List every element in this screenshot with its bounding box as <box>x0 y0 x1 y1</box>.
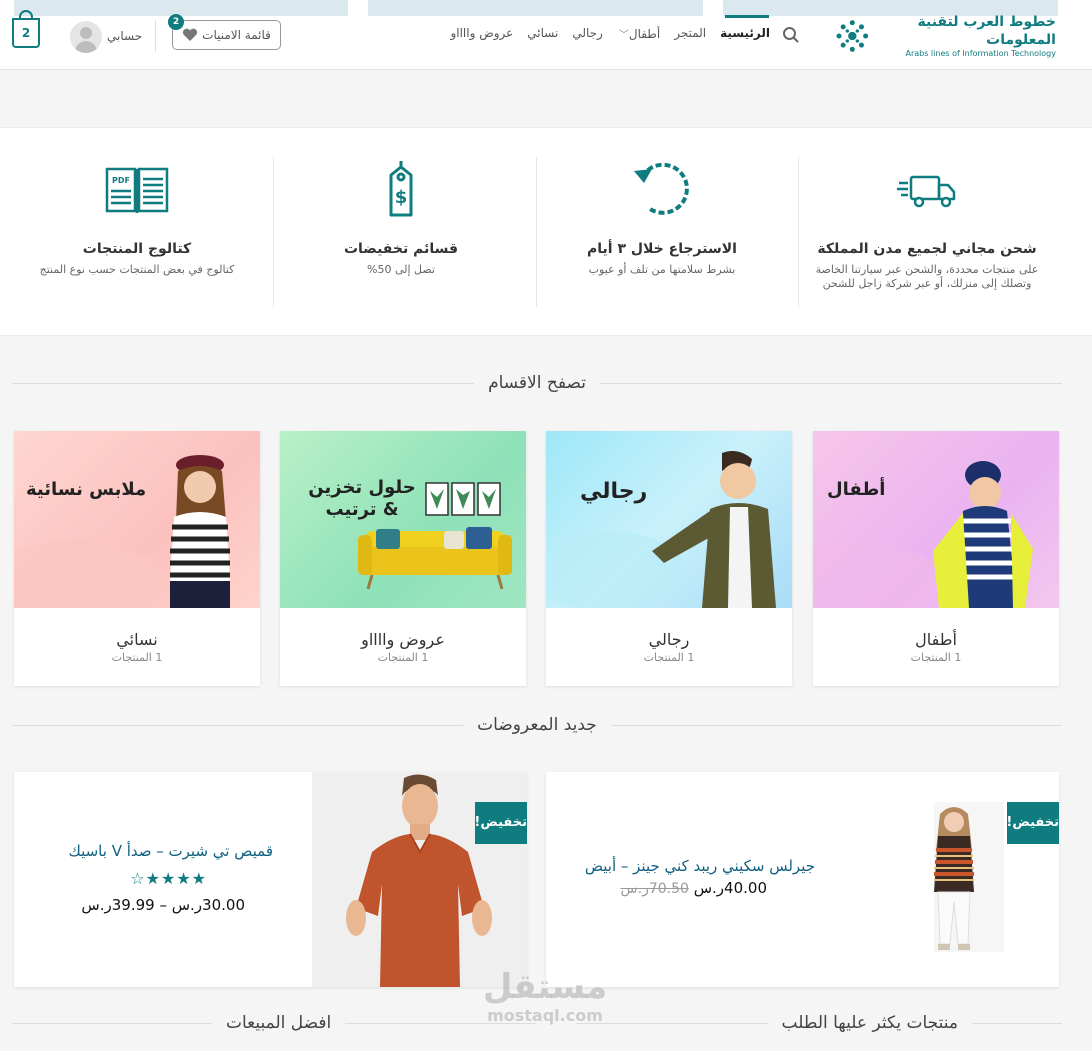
feature-vouchers: $ قسائم تخفيضات تصل إلى 50% <box>286 157 516 307</box>
svg-text:$: $ <box>395 187 408 208</box>
star-filled-icon: ★ <box>145 869 161 888</box>
logo-english-text: Arabs lines of Information Technology <box>905 49 1056 58</box>
category-card-kids[interactable]: أطفال أطفال 1 المنتجات <box>813 431 1059 686</box>
price-tag-icon: $ <box>389 161 413 217</box>
sale-badge: تخفيض! <box>474 802 527 844</box>
top-strip <box>368 0 703 16</box>
category-image-offers: حلول تخزين & ترتيب <box>280 431 526 608</box>
feature-title: الاسترجاع خلال ٣ أيام <box>587 241 737 257</box>
account-link[interactable]: حسابي <box>107 29 142 43</box>
woman-model-illustration <box>14 455 230 608</box>
category-image-women: ملابس نسائية <box>14 431 260 608</box>
svg-text:PDF: PDF <box>112 176 130 185</box>
wishlist-button[interactable]: قائمة الامنيات <box>172 20 281 50</box>
section-heading-best-sellers: افضل المبيعات <box>225 1013 332 1033</box>
product-title[interactable]: جيرلس سكيني ريبد كني جينز – أبيض <box>585 857 815 875</box>
section-heading: جديد المعروضات <box>477 715 597 735</box>
feature-desc: على منتجات محددة، والشحن عبر سيارتنا الخ… <box>815 263 1039 290</box>
feature-divider <box>273 157 274 307</box>
category-count: 1 المنتجات <box>643 651 695 664</box>
product-price: 40.00ر.س 70.50ر.س <box>621 879 767 897</box>
nav-item-men[interactable]: رجالي <box>572 26 603 41</box>
refresh-icon <box>634 162 689 215</box>
kid-model-illustration <box>813 461 1033 608</box>
feature-divider <box>798 157 799 307</box>
feature-desc: تصل إلى 50% <box>367 263 435 276</box>
feature-title: كتالوج المنتجات <box>82 241 192 257</box>
nav-active-indicator <box>725 15 769 18</box>
nav-item-shop[interactable]: المتجر <box>674 26 706 41</box>
rating-stars: ☆★★★★ <box>130 869 207 888</box>
star-filled-icon: ★ <box>160 869 177 888</box>
category-count: 1 المنتجات <box>111 651 163 664</box>
category-count: 1 المنتجات <box>377 651 429 664</box>
category-banner-text: رجالي <box>580 479 648 504</box>
nav-item-home[interactable]: الرئيسية <box>720 26 770 41</box>
categories-section-title: تصفح الاقسام <box>12 371 1062 395</box>
feature-catalog: PDF كتالوج المنتجات كتالوج في بعض المنتج… <box>12 157 262 307</box>
section-heading-most-requested: منتجات يكثر عليها الطلب <box>781 1013 958 1033</box>
category-card-offers[interactable]: حلول تخزين & ترتيب عروض وااااو 1 المنتجا… <box>280 431 526 686</box>
category-banner-text: حلول تخزين & ترتيب <box>308 477 416 520</box>
category-banner-text: أطفال <box>827 479 886 500</box>
nav-item-women[interactable]: نسائي <box>527 26 558 41</box>
wishlist-label: قائمة الامنيات <box>202 28 271 42</box>
product-current-price: 40.00ر.س <box>693 879 767 897</box>
sale-badge: تخفيض! <box>1006 802 1059 844</box>
product-old-price: 70.50ر.س <box>620 881 689 897</box>
nav-item-kids[interactable]: أطفال﹀ <box>617 26 660 41</box>
site-logo[interactable]: خطوط العرب لتقنية المعلومات Arabs lines … <box>834 12 1056 60</box>
avatar[interactable] <box>70 21 102 53</box>
category-card-women[interactable]: ملابس نسائية نسائي 1 المنتجات <box>14 431 260 686</box>
feature-divider <box>536 157 537 307</box>
watermark-arabic: مستقل <box>482 967 608 1007</box>
product-card-jeans[interactable]: تخفيض! جيرلس سكيني ريبد كني جينز – أبيض … <box>546 772 1059 987</box>
new-arrivals-section-title: جديد المعروضات <box>11 713 1062 737</box>
feature-title: قسائم تخفيضات <box>343 241 459 257</box>
wishlist-count-badge: 2 <box>168 14 184 30</box>
star-filled-icon: ★ <box>191 869 207 888</box>
star-empty-icon: ☆ <box>130 869 146 888</box>
section-heading: تصفح الاقسام <box>488 373 586 393</box>
watermark-logo: مستقل mostaql.com <box>470 968 620 1034</box>
category-image-kids: أطفال <box>813 431 1059 608</box>
header-divider <box>155 20 156 52</box>
feature-desc: بشرط سلامتها من تلف أو عيوب <box>588 263 736 276</box>
category-banner-text: ملابس نسائية <box>26 479 147 500</box>
star-filled-icon: ★ <box>176 869 192 888</box>
category-name[interactable]: أطفال <box>813 630 1059 649</box>
search-icon[interactable] <box>782 26 800 44</box>
category-count: 1 المنتجات <box>910 651 962 664</box>
product-title[interactable]: قميص تي شيرت – صدأ V باسيك <box>68 842 273 860</box>
nav-item-offers[interactable]: عروض وااااو <box>450 26 513 41</box>
product-card-tshirt[interactable]: تخفيض! قميص تي شيرت – صدأ V باسيك ☆★★★★ … <box>14 772 527 987</box>
pdf-catalog-icon: PDF <box>105 167 169 213</box>
feature-free-shipping: شحن مجاني لجميع مدن المملكة على منتجات م… <box>802 157 1052 307</box>
category-image-men: رجالي <box>546 431 792 608</box>
logo-arabic-text: خطوط العرب لتقنية المعلومات <box>917 14 1057 48</box>
category-name[interactable]: رجالي <box>546 630 792 649</box>
category-name[interactable]: عروض وااااو <box>280 630 526 649</box>
logo-emblem-icon <box>836 20 869 52</box>
main-nav: الرئيسية المتجر أطفال﹀ رجالي نسائي عروض … <box>450 26 770 41</box>
product-price-range: 30.00ر.س – 39.99ر.س <box>81 896 245 914</box>
feature-desc: كتالوج في بعض المنتجات حسب نوع المنتج <box>39 263 235 276</box>
feature-returns: الاسترجاع خلال ٣ أيام بشرط سلامتها من تل… <box>552 157 772 307</box>
top-strip <box>14 0 348 16</box>
heart-icon <box>183 28 198 41</box>
category-card-men[interactable]: رجالي رجالي 1 المنتجات <box>546 431 792 686</box>
chevron-down-icon: ﹀ <box>618 30 629 41</box>
cart-button[interactable]: 2 <box>12 18 40 48</box>
truck-icon <box>897 175 956 208</box>
site-header: خطوط العرب لتقنية المعلومات Arabs lines … <box>0 0 1092 70</box>
feature-title: شحن مجاني لجميع مدن المملكة <box>817 241 1037 257</box>
nav-item-kids-label: أطفال <box>628 27 661 41</box>
man-model-illustration <box>546 451 776 608</box>
watermark-english: mostaql.com <box>487 1006 603 1025</box>
category-name[interactable]: نسائي <box>14 630 260 649</box>
